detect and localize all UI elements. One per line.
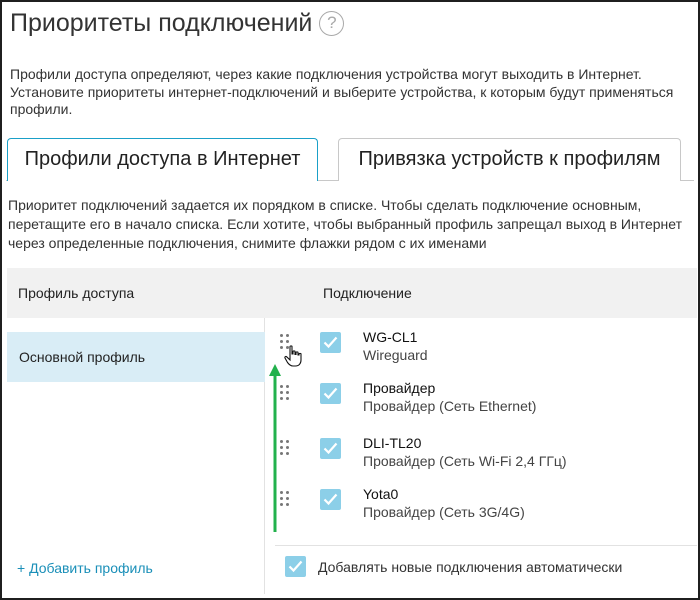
- hand-cursor-icon: [284, 345, 302, 367]
- connection-type: Провайдер (Сеть Ethernet): [363, 398, 537, 414]
- connection-checkbox[interactable]: [320, 489, 341, 510]
- connection-checkbox[interactable]: [320, 332, 341, 353]
- connection-name: Yota0: [363, 486, 399, 502]
- tab-access-profiles[interactable]: Профили доступа в Интернет: [7, 138, 318, 181]
- connection-type: Провайдер (Сеть 3G/4G): [363, 504, 525, 520]
- connection-checkbox[interactable]: [320, 383, 341, 404]
- connection-name: DLI-TL20: [363, 435, 422, 451]
- connection-row[interactable]: DLI-TL20 Провайдер (Сеть Wi-Fi 2,4 ГГц): [280, 434, 690, 484]
- column-header-profile: Профиль доступа: [18, 285, 135, 301]
- connection-name: WG-CL1: [363, 329, 418, 345]
- priority-hint: Приоритет подключений задается их порядк…: [8, 197, 682, 251]
- connection-row[interactable]: Yota0 Провайдер (Сеть 3G/4G): [280, 485, 690, 535]
- connection-name: Провайдер: [363, 380, 436, 396]
- auto-add-divider: [275, 545, 697, 546]
- column-header-connection: Подключение: [323, 285, 412, 301]
- tab-device-binding[interactable]: Привязка устройств к профилям: [338, 138, 681, 181]
- connection-type: Wireguard: [363, 347, 428, 363]
- page-description: Профили доступа определяют, через какие …: [10, 66, 674, 117]
- profile-list: Основной профиль + Добавить профиль: [7, 318, 265, 594]
- auto-add-row[interactable]: Добавлять новые подключения автоматическ…: [285, 556, 685, 580]
- auto-add-checkbox[interactable]: [285, 556, 306, 577]
- auto-add-label: Добавлять новые подключения автоматическ…: [318, 559, 623, 575]
- connection-row[interactable]: WG-CL1 Wireguard: [280, 328, 690, 378]
- page-title: Приоритеты подключений: [10, 9, 313, 37]
- connection-checkbox[interactable]: [320, 438, 341, 459]
- add-profile-link[interactable]: + Добавить профиль: [17, 560, 153, 576]
- help-icon[interactable]: ?: [319, 11, 345, 36]
- connection-row[interactable]: Провайдер Провайдер (Сеть Ethernet): [280, 379, 690, 429]
- page-title-row: Приоритеты подключений ?: [10, 9, 345, 38]
- table-header: Профиль доступа Подключение: [7, 268, 697, 318]
- drag-direction-arrow-icon: [269, 364, 281, 532]
- connection-type: Провайдер (Сеть Wi-Fi 2,4 ГГц): [363, 453, 567, 469]
- profile-item-main[interactable]: Основной профиль: [7, 332, 265, 382]
